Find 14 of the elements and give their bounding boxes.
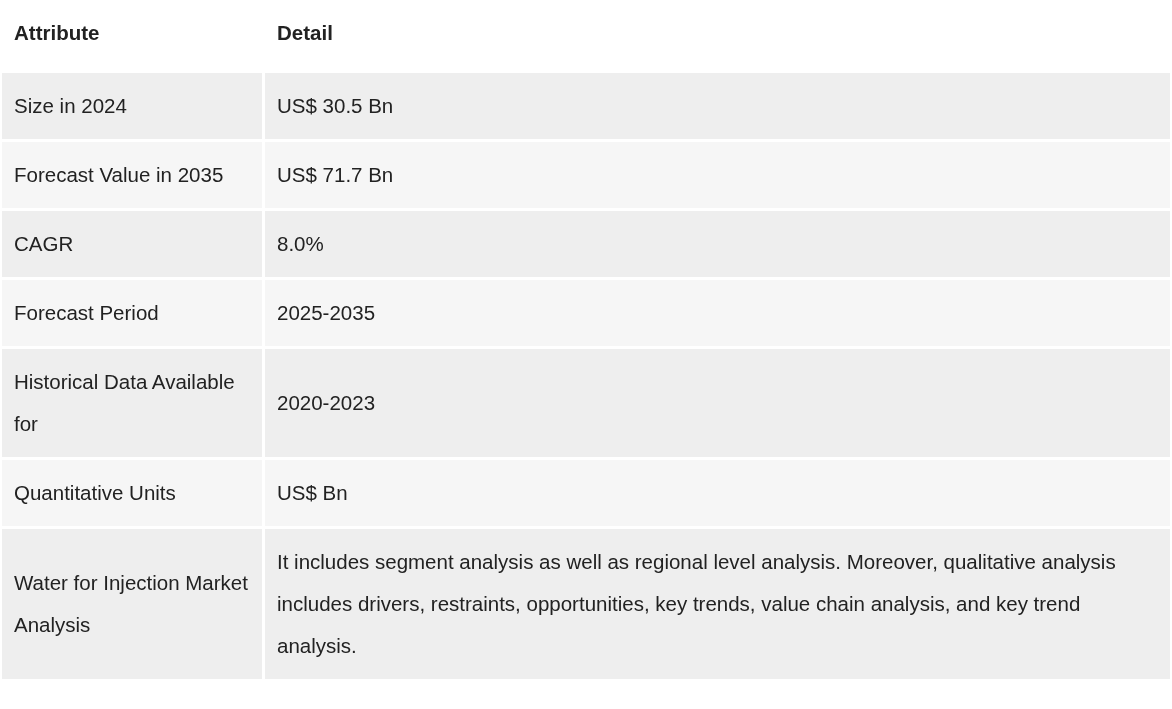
table-cell: Water for Injection Market Analysis xyxy=(2,529,262,679)
table-cell: Historical Data Available for xyxy=(2,349,262,457)
table-cell: 2020-2023 xyxy=(265,349,1170,457)
table-cell: 8.0% xyxy=(265,211,1170,277)
table-cell: 2025-2035 xyxy=(265,280,1170,346)
table-cell: CAGR xyxy=(2,211,262,277)
table-cell: US$ 71.7 Bn xyxy=(265,142,1170,208)
table-cell: US$ 30.5 Bn xyxy=(265,73,1170,139)
table-cell: Forecast Value in 2035 xyxy=(2,142,262,208)
table-cell: It includes segment analysis as well as regional level analysis. Moreover, qualitative analysis includes drivers, restraints, opportunities, key trends, value chain analysis, and key trend analysis. xyxy=(265,529,1170,679)
table-cell: Size in 2024 xyxy=(2,73,262,139)
table-cell: Quantitative Units xyxy=(2,460,262,526)
table-cell: Forecast Period xyxy=(2,280,262,346)
table-cell: US$ Bn xyxy=(265,460,1170,526)
